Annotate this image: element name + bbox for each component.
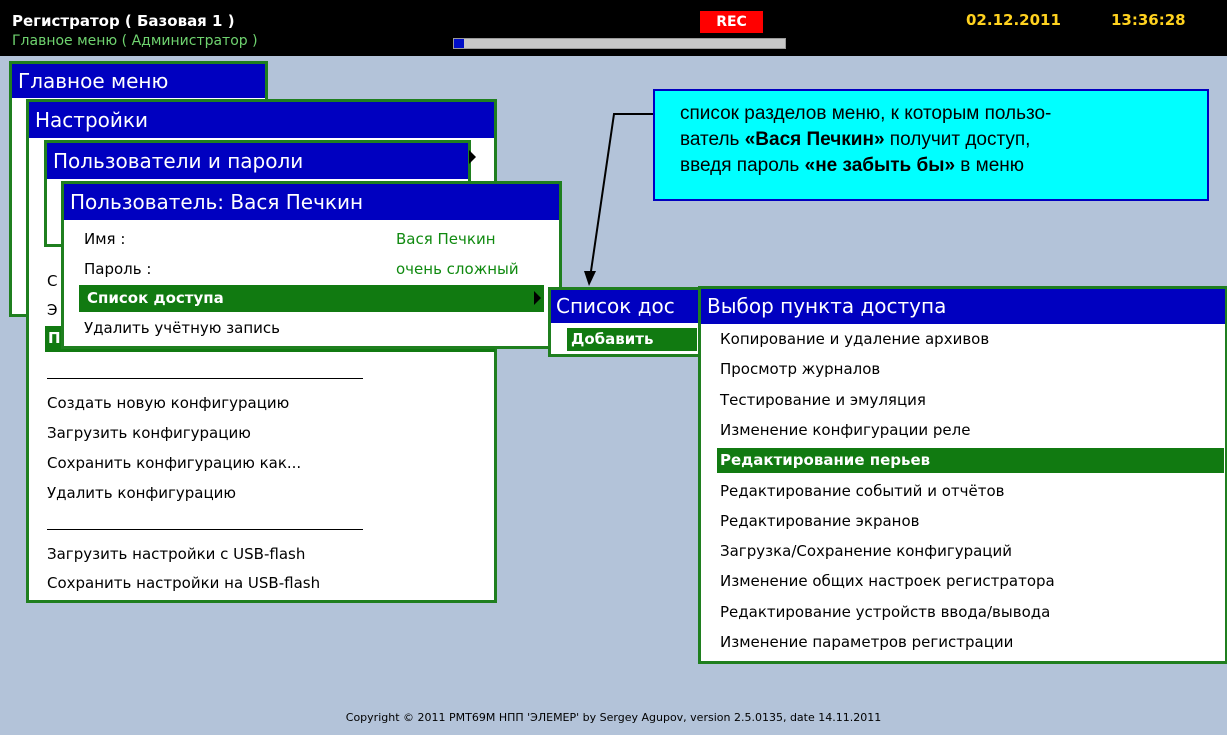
copyright-footer: Copyright © 2011 РМТ69М НПП 'ЭЛЕМЕР' by … — [345, 711, 882, 724]
callout-arrowhead-icon — [584, 271, 596, 286]
callout-leader-line — [589, 113, 653, 279]
callout-password: «не забыть бы» — [804, 155, 956, 176]
callout-text: ватель — [680, 129, 745, 150]
submenu-arrow-icon — [469, 150, 476, 164]
callout-text: в меню — [955, 155, 1025, 176]
callout-text: введя пароль — [680, 155, 805, 176]
callout-user-name: «Вася Печкин» — [744, 129, 885, 150]
callout-line-2: ватель «Вася Печкин» получит доступ, — [680, 127, 1207, 153]
callout-line-3: введя пароль «не забыть бы» в меню — [680, 153, 1207, 179]
submenu-arrow-icon — [534, 291, 541, 305]
callout-line-1: список разделов меню, к которым пользо- — [680, 103, 1052, 124]
callout-text: получит доступ, — [884, 129, 1031, 150]
callout-note: список разделов меню, к которым пользо- … — [653, 89, 1209, 201]
